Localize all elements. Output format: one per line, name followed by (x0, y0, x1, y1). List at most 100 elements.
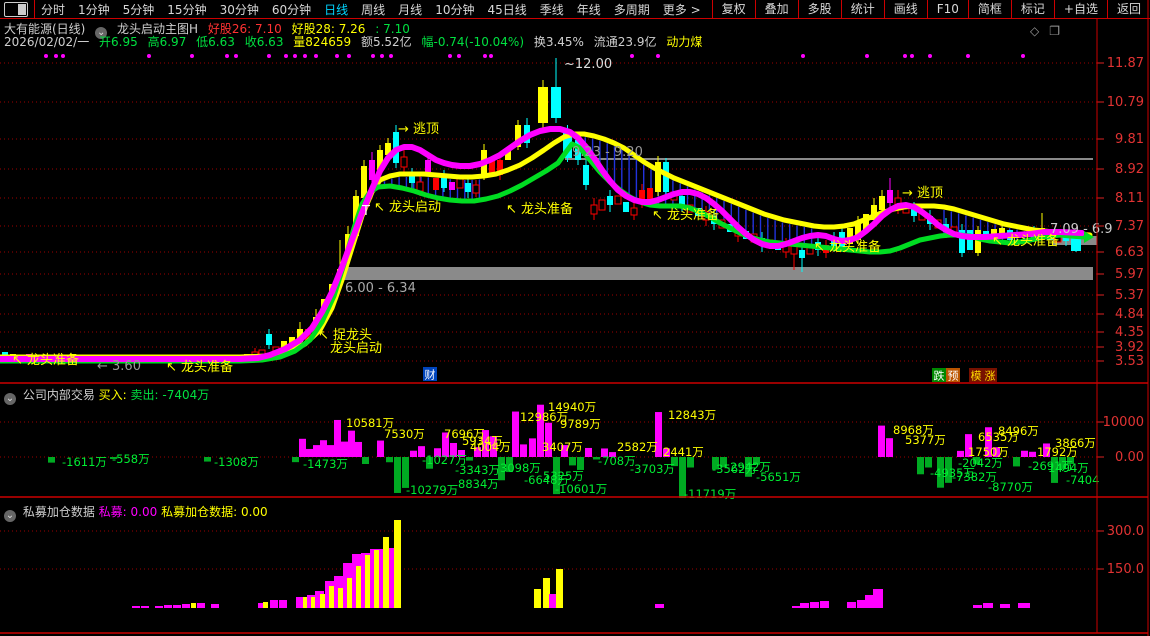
fund-position-bar (356, 566, 361, 608)
signal-dot (656, 54, 660, 58)
badge-text: 跌 (934, 369, 945, 383)
insider-trade-label: 2441万 (663, 445, 704, 459)
signal-dot (489, 54, 493, 58)
fund-position-bar (173, 605, 181, 608)
chart-annotation: → 逃顶 (902, 186, 943, 201)
panel-icon[interactable]: ❐ (1049, 24, 1070, 38)
fund-position-bar (329, 586, 334, 608)
insider-trade-bar (341, 441, 348, 457)
panel3-k1-value: 0.00 (130, 505, 158, 519)
insider-trade-bar (529, 438, 536, 457)
fund-position-bar (543, 578, 550, 608)
panel3-axis-label: 150.0 (1107, 562, 1144, 577)
signal-dot (966, 54, 970, 58)
insider-trade-label: 3866万 (1055, 436, 1096, 450)
insider-trade-label: 9789万 (560, 417, 601, 431)
fund-position-bar (279, 600, 287, 608)
price-axis-label: 6.63 (1115, 245, 1144, 260)
insider-trade-label: -10601万 (555, 482, 607, 496)
fund-position-bar (549, 594, 556, 608)
chart-annotation: ← 3.60 (97, 359, 141, 374)
fund-position-bar (132, 606, 140, 608)
signal-dot (380, 54, 384, 58)
signal-dot (147, 54, 151, 58)
chevron-circle-icon[interactable]: ⌄ (4, 510, 16, 522)
signal-dot (389, 54, 393, 58)
candlestick (416, 181, 424, 192)
quote-row: 2026/02/02/一 开6.95 高6.97 低6.63 收6.63 量82… (4, 33, 708, 50)
insider-trade-label: -3343万 (455, 463, 500, 477)
insider-trade-bar (362, 457, 369, 464)
candlestick (433, 178, 439, 190)
chart-annotation: T (361, 204, 370, 219)
insider-trade-label: -1611万 (62, 455, 107, 469)
quote-open: 开6.95 (99, 35, 138, 49)
panel2-title[interactable]: 公司内部交易 (23, 388, 95, 402)
signal-dot (865, 54, 869, 58)
insider-trade-label: -3703万 (630, 462, 675, 476)
insider-trade-bar (355, 441, 362, 457)
insider-trade-bar (512, 411, 519, 457)
price-axis-label: 5.37 (1115, 288, 1144, 303)
signal-dot (910, 54, 914, 58)
signal-dot (371, 54, 375, 58)
insider-trade-bar (320, 440, 327, 457)
signal-dot (284, 54, 288, 58)
chart-annotation: 6.00 - 6.34 (345, 281, 416, 296)
insider-trade-bar (569, 457, 576, 466)
signal-dot (1021, 54, 1025, 58)
price-axis-label: 11.87 (1107, 56, 1144, 71)
fund-position-bar (320, 594, 325, 608)
panel2-header: ⌄ 公司内部交易 买入: 卖出: -7404万 (4, 386, 209, 405)
price-axis-label: 10.79 (1107, 95, 1144, 110)
panel3-title[interactable]: 私募加仓数据 (23, 505, 95, 519)
insider-trade-bar (348, 430, 355, 457)
fund-position-bar (556, 569, 563, 608)
fund-position-bar (865, 595, 873, 608)
fund-position-bar (820, 601, 829, 608)
fund-position-bar (873, 589, 883, 608)
candlestick (607, 196, 613, 205)
chart-annotation: ↖ 龙头准备 (992, 233, 1059, 249)
fund-position-bar (211, 604, 219, 608)
candlestick (551, 87, 561, 118)
chevron-circle-icon[interactable]: ⌄ (4, 393, 16, 405)
candlestick (266, 334, 272, 345)
price-axis-label: 8.92 (1115, 162, 1144, 177)
fund-position-bar (792, 606, 800, 608)
signal-dot (903, 54, 907, 58)
signal-dot (225, 54, 229, 58)
ma-line-yellow (0, 131, 1093, 360)
signal-dot (303, 54, 307, 58)
insider-trade-label: -7404 (1066, 473, 1099, 487)
diamond-icon[interactable]: ◇ (1030, 24, 1049, 38)
fund-position-bar (338, 588, 343, 608)
badge-text: 涨 (985, 370, 996, 383)
insider-trade-label: 4004万 (470, 440, 511, 454)
candlestick (623, 202, 629, 212)
panel2-axis-label: 10000 (1103, 415, 1144, 430)
chart-annotation: → 逃顶 (398, 122, 439, 137)
chart-annotation: ↖ 龙头准备 (166, 359, 233, 375)
panel2-axis-label: 0.00 (1115, 450, 1144, 465)
insider-trade-label: -5651万 (756, 470, 801, 484)
insider-trade-label: 3407万 (542, 440, 583, 454)
price-axis-label: 7.37 (1115, 219, 1144, 234)
signal-dot (457, 54, 461, 58)
fund-position-bar (973, 605, 982, 608)
insider-trade-label: -10279万 (406, 483, 458, 497)
signal-dot (190, 54, 194, 58)
chart-canvas[interactable]: 11.87 10.79 9.81 8.92 8.11 7.37 6.63 5.97 5.37 4.… (0, 0, 1150, 636)
candlestick (583, 165, 589, 185)
panel3-header: ⌄ 私募加仓数据 私募: 0.00 私募加仓数据: 0.00 (4, 503, 268, 522)
chart-annotation: ↖ 龙头启动 (374, 200, 441, 215)
insider-trade-bar (917, 457, 924, 475)
fund-position-bar (847, 602, 856, 608)
insider-trade-bar (1013, 457, 1020, 467)
insider-trade-bar (520, 444, 527, 457)
panel3-k1-label: 私募: (98, 505, 127, 519)
signal-dot (801, 54, 805, 58)
fund-position-bar (655, 604, 664, 608)
candlestick (590, 204, 598, 215)
insider-trade-bar (204, 457, 211, 462)
